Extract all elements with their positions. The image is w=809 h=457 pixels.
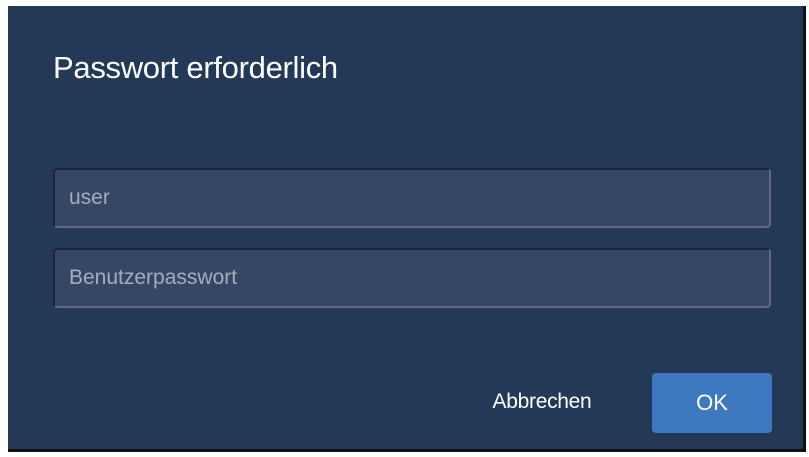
dialog-title: Passwort erforderlich <box>53 50 338 85</box>
password-input[interactable] <box>53 248 771 308</box>
password-dialog: Passwort erforderlich Abbrechen OK <box>8 6 806 452</box>
username-input[interactable] <box>53 168 771 228</box>
ok-button[interactable]: OK <box>652 373 772 433</box>
cancel-button[interactable]: Abbrechen <box>468 372 616 432</box>
